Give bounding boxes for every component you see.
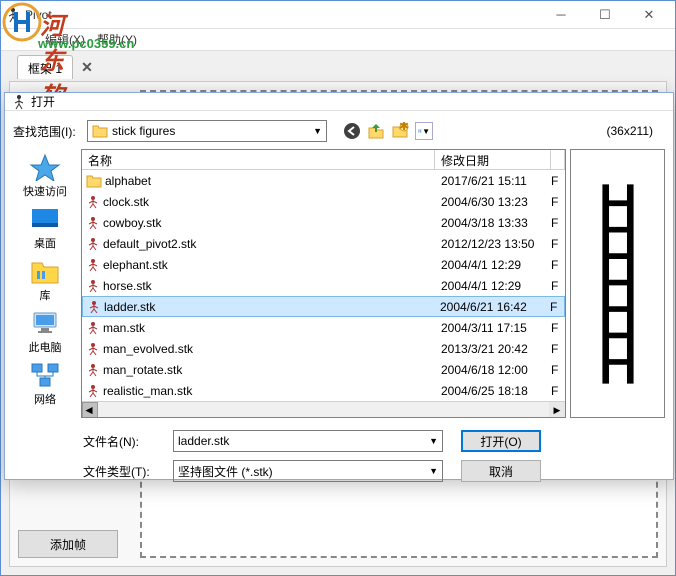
horizontal-scrollbar[interactable]: ◄ ▶ — [82, 401, 565, 417]
tab-close-icon[interactable]: ✕ — [77, 57, 97, 77]
filename-input[interactable]: ladder.stk ▼ — [173, 430, 443, 452]
open-dialog: 打开 查找范围(I): stick figures ▼ ✱ ▼ (36x211) — [4, 92, 674, 480]
open-button[interactable]: 打开(O) — [461, 430, 541, 452]
look-in-label: 查找范围(I): — [13, 123, 81, 140]
file-row[interactable]: ladder.stk2004/6/21 16:42F — [82, 296, 565, 317]
preview-dimensions: (36x211) — [607, 124, 665, 138]
minimize-button[interactable]: ─ — [539, 1, 583, 29]
file-list: 名称 修改日期 alphabet2017/6/21 15:11Fclock.st… — [81, 149, 566, 418]
column-name[interactable]: 名称 — [82, 150, 435, 169]
column-date[interactable]: 修改日期 — [435, 150, 551, 169]
svg-text:✱: ✱ — [399, 122, 409, 133]
place-quick-access[interactable]: 快速访问 — [15, 153, 75, 199]
menubar: 文件 编辑(X) 帮助(Y) — [1, 29, 675, 51]
tab-frame-1[interactable]: 框架 1 — [17, 55, 73, 79]
file-row[interactable]: elephant.stk2004/4/1 12:29F — [82, 254, 565, 275]
menu-edit[interactable]: 编辑(X) — [45, 31, 85, 48]
filename-label: 文件名(N): — [83, 433, 163, 450]
preview-pane — [570, 149, 665, 418]
add-frame-button[interactable]: 添加帧 — [18, 530, 118, 558]
dialog-titlebar: 打开 — [5, 93, 673, 111]
file-row[interactable]: clock.stk2004/6/30 13:23F — [82, 191, 565, 212]
filetype-label: 文件类型(T): — [83, 463, 163, 480]
folder-dropdown[interactable]: stick figures ▼ — [87, 120, 327, 142]
file-row[interactable]: man_rotate.stk2004/6/18 12:00F — [82, 359, 565, 380]
scrollbar-thumb[interactable]: ◄ — [82, 402, 98, 418]
place-network[interactable]: 网络 — [15, 361, 75, 407]
scrollbar-right-arrow[interactable]: ▶ — [549, 402, 565, 418]
app-icon — [5, 7, 21, 23]
chevron-down-icon: ▼ — [429, 466, 438, 476]
folder-icon — [92, 124, 108, 138]
file-row[interactable]: default_pivot2.stk2012/12/23 13:50F — [82, 233, 565, 254]
dialog-title: 打开 — [31, 93, 667, 110]
folder-name: stick figures — [112, 124, 313, 138]
file-row[interactable]: realistic_man.stk2004/6/25 18:18F — [82, 380, 565, 401]
places-bar: 快速访问 桌面 库 此电脑 网络 — [13, 149, 77, 418]
new-folder-icon[interactable]: ✱ — [391, 122, 409, 140]
menu-help[interactable]: 帮助(Y) — [97, 31, 137, 48]
place-libraries[interactable]: 库 — [15, 257, 75, 303]
ladder-preview-icon — [601, 184, 635, 384]
close-button[interactable]: ✕ — [627, 1, 671, 29]
file-row[interactable]: horse.stk2004/4/1 12:29F — [82, 275, 565, 296]
place-desktop[interactable]: 桌面 — [15, 205, 75, 251]
maximize-button[interactable]: ☐ — [583, 1, 627, 29]
view-mode-button[interactable]: ▼ — [415, 122, 433, 140]
tabs-row: 框架 1 ✕ — [1, 51, 675, 79]
file-row[interactable]: alphabet2017/6/21 15:11F — [82, 170, 565, 191]
cancel-button[interactable]: 取消 — [461, 460, 541, 482]
chevron-down-icon: ▼ — [313, 126, 322, 136]
back-icon[interactable] — [343, 122, 361, 140]
window-title: Pivot — [25, 8, 539, 22]
main-titlebar: Pivot ─ ☐ ✕ — [1, 1, 675, 29]
dialog-icon — [11, 94, 27, 110]
file-row[interactable]: man_evolved.stk2013/3/21 20:42F — [82, 338, 565, 359]
file-row[interactable]: man.stk2004/3/11 17:15F — [82, 317, 565, 338]
up-icon[interactable] — [367, 122, 385, 140]
place-this-pc[interactable]: 此电脑 — [15, 309, 75, 355]
chevron-down-icon: ▼ — [429, 436, 438, 446]
column-end — [551, 150, 565, 169]
look-in-row: 查找范围(I): stick figures ▼ ✱ ▼ (36x211) — [13, 117, 665, 145]
file-list-header: 名称 修改日期 — [82, 150, 565, 170]
filetype-dropdown[interactable]: 坚持图文件 (*.stk) ▼ — [173, 460, 443, 482]
file-row[interactable]: cowboy.stk2004/3/18 13:33F — [82, 212, 565, 233]
